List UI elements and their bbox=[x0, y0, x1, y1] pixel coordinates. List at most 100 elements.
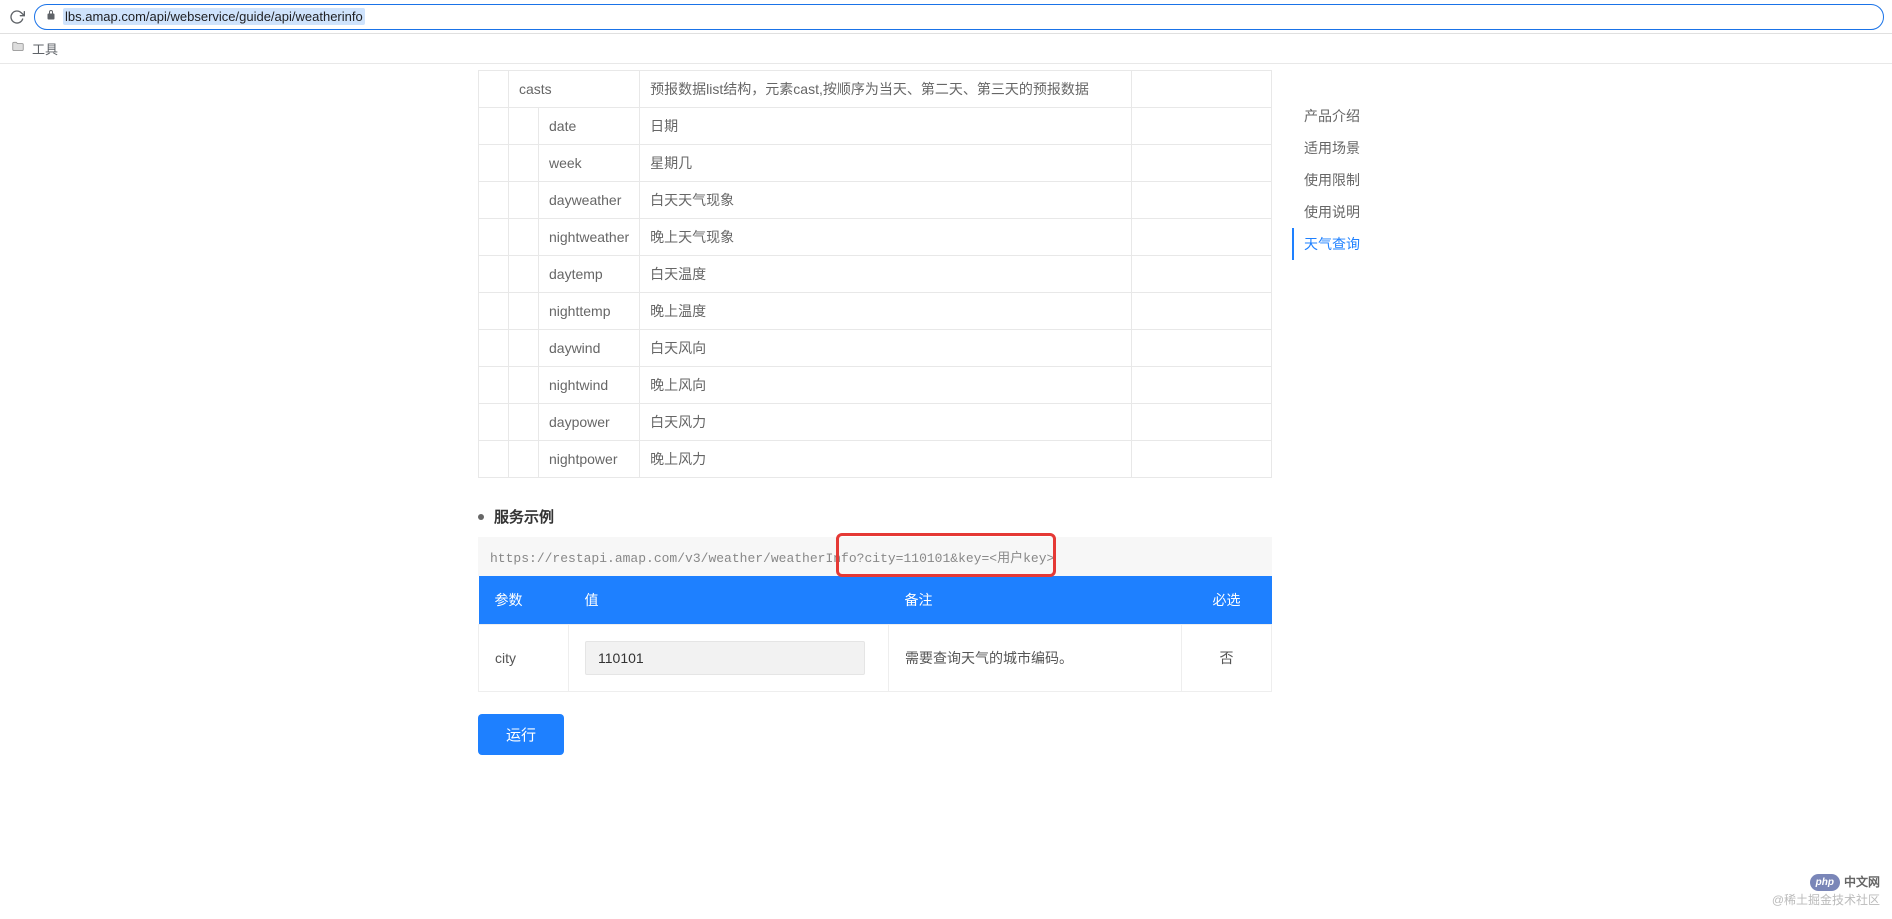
field-desc: 日期 bbox=[640, 108, 1132, 145]
lock-icon bbox=[45, 9, 57, 24]
field-desc: 星期几 bbox=[640, 145, 1132, 182]
example-url-code: https://restapi.amap.com/v3/weather/weat… bbox=[478, 537, 1272, 576]
empty-cell bbox=[1132, 293, 1272, 330]
indent-cell bbox=[509, 219, 539, 256]
field-name: week bbox=[539, 145, 640, 182]
table-header-row: 参数 值 备注 必选 bbox=[479, 576, 1272, 625]
php-logo-icon: php bbox=[1810, 874, 1840, 891]
empty-cell bbox=[1132, 256, 1272, 293]
field-desc: 预报数据list结构，元素cast,按顺序为当天、第二天、第三天的预报数据 bbox=[640, 71, 1132, 108]
param-value-input[interactable] bbox=[585, 641, 865, 675]
table-row: nightweather晚上天气现象 bbox=[479, 219, 1272, 256]
field-name: dayweather bbox=[539, 182, 640, 219]
field-name: casts bbox=[509, 71, 640, 108]
indent-cell bbox=[479, 367, 509, 404]
toc-item[interactable]: 产品介绍 bbox=[1292, 100, 1372, 132]
code-scheme: https: bbox=[490, 551, 537, 566]
field-desc: 晚上温度 bbox=[640, 293, 1132, 330]
indent-cell bbox=[479, 182, 509, 219]
param-value-cell bbox=[569, 625, 889, 692]
param-name: city bbox=[479, 625, 569, 692]
param-required: 否 bbox=[1182, 625, 1272, 692]
watermark-brand: php 中文网 bbox=[1810, 873, 1880, 891]
code-rest: //restapi.amap.com/v3/weather/weatherInf… bbox=[537, 551, 1054, 566]
col-remark: 备注 bbox=[889, 576, 1182, 625]
toc-item[interactable]: 适用场景 bbox=[1292, 132, 1372, 164]
service-example-heading: 服务示例 bbox=[478, 506, 1272, 527]
indent-cell bbox=[509, 108, 539, 145]
url-text: lbs.amap.com/api/webservice/guide/api/we… bbox=[63, 8, 365, 25]
indent-cell bbox=[509, 441, 539, 478]
empty-cell bbox=[1132, 71, 1272, 108]
bullet-icon bbox=[478, 514, 484, 520]
field-desc: 白天天气现象 bbox=[640, 182, 1132, 219]
table-row: dayweather白天天气现象 bbox=[479, 182, 1272, 219]
indent-cell bbox=[479, 145, 509, 182]
indent-cell bbox=[479, 219, 509, 256]
params-table: 参数 值 备注 必选 city 需要查询天气的城市编码。否 bbox=[478, 576, 1272, 692]
table-row: week星期几 bbox=[479, 145, 1272, 182]
field-desc: 晚上风力 bbox=[640, 441, 1132, 478]
browser-toolbar: lbs.amap.com/api/webservice/guide/api/we… bbox=[0, 0, 1892, 34]
indent-cell bbox=[509, 293, 539, 330]
api-fields-table: casts预报数据list结构，元素cast,按顺序为当天、第二天、第三天的预报… bbox=[478, 70, 1272, 478]
table-row: city 需要查询天气的城市编码。否 bbox=[479, 625, 1272, 692]
field-name: daytemp bbox=[539, 256, 640, 293]
field-desc: 白天风力 bbox=[640, 404, 1132, 441]
indent-cell bbox=[509, 330, 539, 367]
toc-item[interactable]: 使用限制 bbox=[1292, 164, 1372, 196]
field-name: daypower bbox=[539, 404, 640, 441]
empty-cell bbox=[1132, 441, 1272, 478]
section-title-text: 服务示例 bbox=[494, 506, 554, 527]
indent-cell bbox=[509, 182, 539, 219]
folder-icon[interactable] bbox=[10, 40, 26, 57]
watermark-sub: @稀土掘金技术社区 bbox=[1772, 891, 1880, 909]
col-required: 必选 bbox=[1182, 576, 1272, 625]
field-name: nightwind bbox=[539, 367, 640, 404]
reload-icon[interactable] bbox=[8, 8, 26, 26]
table-row: nightwind晚上风向 bbox=[479, 367, 1272, 404]
empty-cell bbox=[1132, 182, 1272, 219]
indent-cell bbox=[479, 404, 509, 441]
empty-cell bbox=[1132, 108, 1272, 145]
watermark-brand-text: 中文网 bbox=[1844, 873, 1880, 891]
field-desc: 晚上天气现象 bbox=[640, 219, 1132, 256]
field-desc: 白天温度 bbox=[640, 256, 1132, 293]
col-value: 值 bbox=[569, 576, 889, 625]
run-button[interactable]: 运行 bbox=[478, 714, 564, 755]
table-row: daypower白天风力 bbox=[479, 404, 1272, 441]
indent-cell bbox=[479, 71, 509, 108]
empty-cell bbox=[1132, 219, 1272, 256]
indent-cell bbox=[509, 145, 539, 182]
indent-cell bbox=[479, 256, 509, 293]
field-desc: 白天风向 bbox=[640, 330, 1132, 367]
indent-cell bbox=[479, 441, 509, 478]
field-name: date bbox=[539, 108, 640, 145]
indent-cell bbox=[479, 330, 509, 367]
empty-cell bbox=[1132, 145, 1272, 182]
indent-cell bbox=[509, 404, 539, 441]
field-desc: 晚上风向 bbox=[640, 367, 1132, 404]
table-row: nightpower晚上风力 bbox=[479, 441, 1272, 478]
toc-item[interactable]: 使用说明 bbox=[1292, 196, 1372, 228]
toc-item[interactable]: 天气查询 bbox=[1292, 228, 1372, 260]
empty-cell bbox=[1132, 330, 1272, 367]
watermark: php 中文网 @稀土掘金技术社区 bbox=[1772, 872, 1880, 910]
table-row: date日期 bbox=[479, 108, 1272, 145]
main-content: casts预报数据list结构，元素cast,按顺序为当天、第二天、第三天的预报… bbox=[478, 70, 1272, 755]
field-name: daywind bbox=[539, 330, 640, 367]
table-row: nighttemp晚上温度 bbox=[479, 293, 1272, 330]
table-row: daytemp白天温度 bbox=[479, 256, 1272, 293]
field-name: nighttemp bbox=[539, 293, 640, 330]
indent-cell bbox=[509, 256, 539, 293]
field-name: nightpower bbox=[539, 441, 640, 478]
address-bar[interactable]: lbs.amap.com/api/webservice/guide/api/we… bbox=[34, 4, 1884, 30]
bookmark-folder-label[interactable]: 工具 bbox=[32, 39, 58, 58]
col-param: 参数 bbox=[479, 576, 569, 625]
field-name: nightweather bbox=[539, 219, 640, 256]
empty-cell bbox=[1132, 404, 1272, 441]
bookmarks-bar: 工具 bbox=[0, 34, 1892, 64]
table-row: daywind白天风向 bbox=[479, 330, 1272, 367]
indent-cell bbox=[479, 293, 509, 330]
param-remark: 需要查询天气的城市编码。 bbox=[889, 625, 1182, 692]
